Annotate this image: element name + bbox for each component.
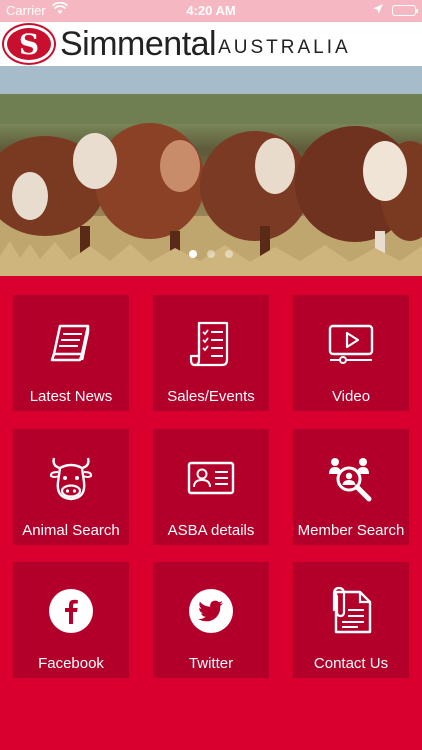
document-clip-icon	[293, 576, 409, 646]
tile-asba-details[interactable]: ASBA details	[153, 429, 269, 545]
brand-country: AUSTRALIA	[218, 37, 351, 58]
status-bar: Carrier 4:20 AM	[0, 0, 422, 22]
tile-label: Video	[331, 388, 371, 405]
cow-icon	[13, 443, 129, 513]
battery-icon	[392, 5, 418, 16]
tile-label: Member Search	[297, 522, 405, 539]
tile-label: Latest News	[29, 388, 113, 405]
book-icon	[13, 309, 129, 379]
checklist-icon	[153, 309, 269, 379]
clock: 4:20 AM	[186, 3, 236, 18]
facebook-icon	[13, 576, 129, 646]
cattle-photo	[0, 66, 422, 276]
tile-video[interactable]: Video	[293, 295, 409, 411]
tile-label: ASBA details	[167, 522, 255, 539]
carousel-dot-3[interactable]	[225, 250, 233, 258]
menu-grid: Latest News Sales/Events Video Animal Se…	[0, 276, 422, 750]
tile-label: Animal Search	[22, 522, 120, 539]
location-arrow-icon	[372, 3, 384, 18]
simmental-logo: S	[4, 25, 54, 63]
tile-facebook[interactable]: Facebook	[13, 562, 129, 678]
tile-label: Twitter	[188, 655, 234, 672]
tile-member-search[interactable]: Member Search	[293, 429, 409, 545]
twitter-icon	[153, 576, 269, 646]
tile-animal-search[interactable]: Animal Search	[13, 429, 129, 545]
video-icon	[293, 309, 409, 379]
tile-label: Contact Us	[313, 655, 389, 672]
carousel-dot-2[interactable]	[207, 250, 215, 258]
carousel-dot-1[interactable]	[189, 250, 197, 258]
member-search-icon	[293, 443, 409, 513]
brand-header: S Simmental AUSTRALIA	[0, 22, 422, 66]
tile-sales-events[interactable]: Sales/Events	[153, 295, 269, 411]
brand-name: Simmental	[60, 24, 217, 63]
hero-carousel[interactable]	[0, 66, 422, 276]
tile-label: Facebook	[38, 655, 104, 672]
tile-label: Sales/Events	[167, 388, 255, 405]
tile-twitter[interactable]: Twitter	[153, 562, 269, 678]
carousel-dots[interactable]	[0, 250, 422, 258]
status-right	[372, 3, 418, 18]
tile-latest-news[interactable]: Latest News	[13, 295, 129, 411]
tile-contact-us[interactable]: Contact Us	[293, 562, 409, 678]
id-card-icon	[153, 443, 269, 513]
